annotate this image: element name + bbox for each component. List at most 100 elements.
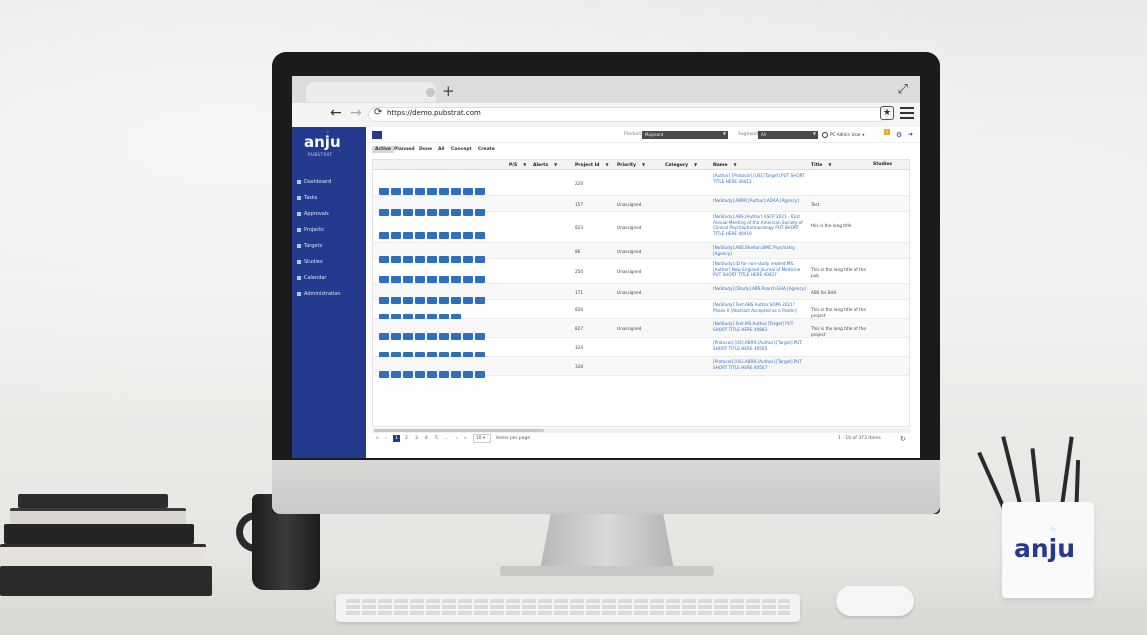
row-action-button[interactable] xyxy=(439,232,449,239)
items-per-page-select[interactable]: 10 ▾ xyxy=(473,434,491,443)
url-text[interactable]: https://demo.pubstrat.com xyxy=(387,109,481,117)
row-action-button[interactable] xyxy=(427,371,437,378)
row-action-button[interactable] xyxy=(451,276,461,283)
project-name-link[interactable]: [NoStudy].ABRR.[Author].ADAA.[Agency] xyxy=(713,198,807,204)
first-page-button[interactable]: « xyxy=(376,436,379,441)
expand-icon[interactable]: ⤢ xyxy=(898,82,908,97)
row-action-button[interactable] xyxy=(391,232,401,239)
project-name-link[interactable]: [NoStudy].ABS.Shelton.BMC Psychiatry.[Ag… xyxy=(713,245,807,256)
row-action-button[interactable] xyxy=(379,276,389,283)
row-action-button[interactable] xyxy=(415,276,425,283)
reload-icon[interactable]: ⟳ xyxy=(374,107,382,118)
tab-concept[interactable]: Concept xyxy=(451,147,472,152)
row-action-button[interactable] xyxy=(451,232,461,239)
forward-arrow-icon[interactable]: → xyxy=(350,105,362,121)
table-row[interactable]: 823 Unassigned [NoStudy].ABS.[Author].ASCP… xyxy=(373,212,909,243)
row-action-button[interactable] xyxy=(475,188,485,195)
row-action-button[interactable] xyxy=(427,232,437,239)
column-header-title[interactable]: Title ▼ xyxy=(811,162,831,168)
column-header-project-id[interactable]: Project Id ▼ xyxy=(575,162,609,168)
row-action-button[interactable] xyxy=(391,188,401,195)
row-action-button[interactable] xyxy=(415,188,425,195)
row-action-button[interactable] xyxy=(379,188,389,195)
row-action-button[interactable] xyxy=(439,276,449,283)
gear-icon[interactable]: ⚙ xyxy=(896,131,902,139)
table-row[interactable]: 324 [Protocol].[US].ABRR.[Author].[Target… xyxy=(373,338,909,359)
row-action-button[interactable] xyxy=(403,188,413,195)
table-row[interactable]: 328 [Protocol].[US].ABRR.[Author].[Target… xyxy=(373,357,909,378)
row-action-button[interactable] xyxy=(475,232,485,239)
sidebar-item-projects[interactable]: Projects xyxy=(297,227,324,233)
filter-icon[interactable]: ▼ xyxy=(828,162,831,167)
project-name-link[interactable]: [NoStudy].Test.ABS.Author.SOPA 2021?Phas… xyxy=(713,302,807,313)
bookmark-star-icon[interactable]: ★ xyxy=(880,106,894,120)
filter-icon[interactable]: ▼ xyxy=(605,162,608,167)
tab-close-icon[interactable] xyxy=(426,88,435,97)
column-header-priority[interactable]: Priority ▼ xyxy=(617,162,645,168)
sidebar-toggle-button[interactable] xyxy=(372,131,382,139)
project-name-link[interactable]: [NoStudy].ABS.[Author].ASCP 2021 - 61st … xyxy=(713,214,807,236)
exit-icon[interactable]: ➜ xyxy=(908,131,913,138)
project-name-link[interactable]: [NoStudy].ID for non-study related.MS.[A… xyxy=(713,261,807,278)
filter-icon[interactable]: ▼ xyxy=(554,162,557,167)
tab-all[interactable]: All xyxy=(438,147,445,152)
row-action-button[interactable] xyxy=(415,371,425,378)
row-action-button[interactable] xyxy=(475,371,485,378)
scrollbar-thumb[interactable] xyxy=(374,429,544,432)
sidebar-item-studies[interactable]: Studies xyxy=(297,259,323,265)
row-action-button[interactable] xyxy=(415,232,425,239)
sidebar-item-administration[interactable]: Administration xyxy=(297,291,341,297)
column-header-name[interactable]: Name ▼ xyxy=(713,162,737,168)
tab-active[interactable]: Active xyxy=(372,146,394,153)
row-action-button[interactable] xyxy=(475,276,485,283)
row-action-button[interactable] xyxy=(403,232,413,239)
sidebar-item-targets[interactable]: Targets xyxy=(297,243,322,249)
prev-page-button[interactable]: ‹ xyxy=(385,436,387,441)
row-action-button[interactable] xyxy=(439,371,449,378)
back-arrow-icon[interactable]: ← xyxy=(330,105,342,121)
page-number-button[interactable]: 1 xyxy=(393,435,400,442)
page-number-button[interactable]: 4 xyxy=(425,436,428,441)
page-number-button[interactable]: 3 xyxy=(415,436,418,441)
row-action-button[interactable] xyxy=(379,371,389,378)
next-page-button[interactable]: › xyxy=(456,436,458,441)
filter-icon[interactable]: ▼ xyxy=(642,162,645,167)
row-action-button[interactable] xyxy=(403,276,413,283)
column-header-p-s[interactable]: P/S ▼ xyxy=(509,162,526,168)
product-select[interactable]: Mujasant ▼ xyxy=(642,131,728,139)
row-action-button[interactable] xyxy=(403,371,413,378)
table-row[interactable]: 250 Unassigned [NoStudy].ID for non-study … xyxy=(373,259,909,284)
column-header-studies[interactable]: Studies xyxy=(873,162,892,167)
project-name-link[interactable]: [NoStudy].[Study].ABS.Poarch.EHA.[Agency… xyxy=(713,286,807,292)
refresh-icon[interactable]: ↻ xyxy=(900,435,906,443)
sidebar-item-tasks[interactable]: Tasks xyxy=(297,195,317,201)
page-number-button[interactable]: 5 xyxy=(435,436,438,441)
project-name-link[interactable]: [NoStudy].Test.MS.Author.[Target] PUT SH… xyxy=(713,321,807,332)
user-menu[interactable]: PC Admin User ▾ xyxy=(822,132,864,138)
tab-done[interactable]: Done xyxy=(419,147,432,152)
column-header-alerts[interactable]: Alerts ▼ xyxy=(533,162,557,168)
row-action-button[interactable] xyxy=(427,188,437,195)
row-action-button[interactable] xyxy=(391,276,401,283)
new-tab-button[interactable]: + xyxy=(442,82,455,100)
project-name-link[interactable]: [Protocol].[US].ABRR.[Author].[Target].P… xyxy=(713,359,807,370)
row-action-button[interactable] xyxy=(379,232,389,239)
row-action-button[interactable] xyxy=(463,371,473,378)
project-name-link[interactable]: [Author].[Protocol].[US].[Target].PUT SH… xyxy=(713,173,807,184)
menu-icon[interactable] xyxy=(900,107,914,119)
tab-planned[interactable]: Planned xyxy=(394,147,415,152)
row-action-button[interactable] xyxy=(451,371,461,378)
table-row[interactable]: 86 Unassigned [NoStudy].ABS.Shelton.BMC Ps… xyxy=(373,243,909,263)
filter-icon[interactable]: ▼ xyxy=(523,162,526,167)
row-action-button[interactable] xyxy=(427,276,437,283)
last-page-button[interactable]: » xyxy=(464,436,467,441)
row-action-button[interactable] xyxy=(391,371,401,378)
browser-tab[interactable] xyxy=(306,82,436,102)
table-row[interactable]: 171 Unassigned [NoStudy].[Study].ABS.Poarc… xyxy=(373,284,909,304)
filter-icon[interactable]: ▼ xyxy=(694,162,697,167)
row-action-button[interactable] xyxy=(463,188,473,195)
project-name-link[interactable]: [Protocol].[US].ABRR.[Author].[Target].P… xyxy=(713,340,807,351)
row-action-button[interactable] xyxy=(463,276,473,283)
sidebar-item-dashboard[interactable]: Dashboard xyxy=(297,179,331,185)
table-row[interactable]: 826 [NoStudy].Test.ABS.Author.SOPA 2021?P… xyxy=(373,300,909,321)
